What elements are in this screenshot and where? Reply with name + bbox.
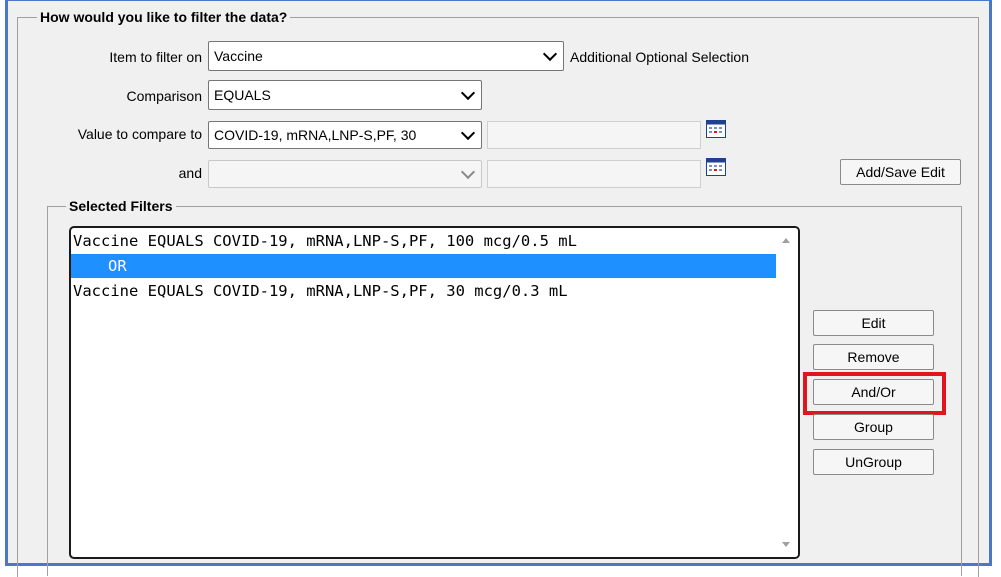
item-to-filter-label: Item to filter on [109, 49, 202, 65]
chevron-down-icon [460, 164, 476, 180]
and-select[interactable] [208, 160, 482, 188]
and-text-input[interactable] [487, 160, 701, 188]
comparison-value: EQUALS [214, 87, 271, 103]
list-item[interactable]: Vaccine EQUALS COVID-19, mRNA,LNP-S,PF, … [73, 279, 568, 303]
item-to-filter-value: Vaccine [214, 48, 263, 64]
chevron-down-icon [460, 125, 476, 141]
edit-button[interactable]: Edit [813, 310, 934, 336]
chevron-down-icon [542, 46, 558, 62]
ungroup-button[interactable]: UnGroup [813, 449, 934, 475]
selected-filters-legend: Selected Filters [66, 198, 176, 214]
value-to-compare-select[interactable]: COVID-19, mRNA,LNP-S,PF, 30 [208, 121, 482, 149]
value-to-compare-label: Value to compare to [77, 126, 202, 142]
calendar-icon[interactable] [706, 158, 726, 176]
remove-button[interactable]: Remove [813, 344, 934, 370]
list-item[interactable]: Vaccine EQUALS COVID-19, mRNA,LNP-S,PF, … [73, 229, 577, 253]
value-text-input[interactable] [487, 121, 701, 149]
item-to-filter-select[interactable]: Vaccine [208, 41, 564, 71]
right-edge [993, 0, 1001, 569]
add-save-edit-button[interactable]: Add/Save Edit [840, 159, 961, 185]
value-to-compare-value: COVID-19, mRNA,LNP-S,PF, 30 [214, 127, 417, 143]
scroll-up-icon[interactable] [782, 238, 790, 243]
calendar-icon[interactable] [706, 120, 726, 138]
list-item-selected[interactable]: OR [71, 254, 777, 278]
selected-filters-list[interactable]: Vaccine EQUALS COVID-19, mRNA,LNP-S,PF, … [69, 226, 800, 559]
comparison-select[interactable]: EQUALS [208, 80, 482, 110]
and-label: and [178, 165, 202, 181]
scroll-down-icon[interactable] [782, 542, 790, 547]
additional-optional-label: Additional Optional Selection [570, 49, 750, 65]
chevron-down-icon [460, 85, 476, 101]
list-scrollbar[interactable] [776, 228, 798, 557]
and-or-callout-highlight [803, 372, 946, 415]
comparison-label: Comparison [126, 88, 202, 104]
group-button[interactable]: Group [813, 414, 934, 440]
filter-legend: How would you like to filter the data? [37, 9, 291, 25]
